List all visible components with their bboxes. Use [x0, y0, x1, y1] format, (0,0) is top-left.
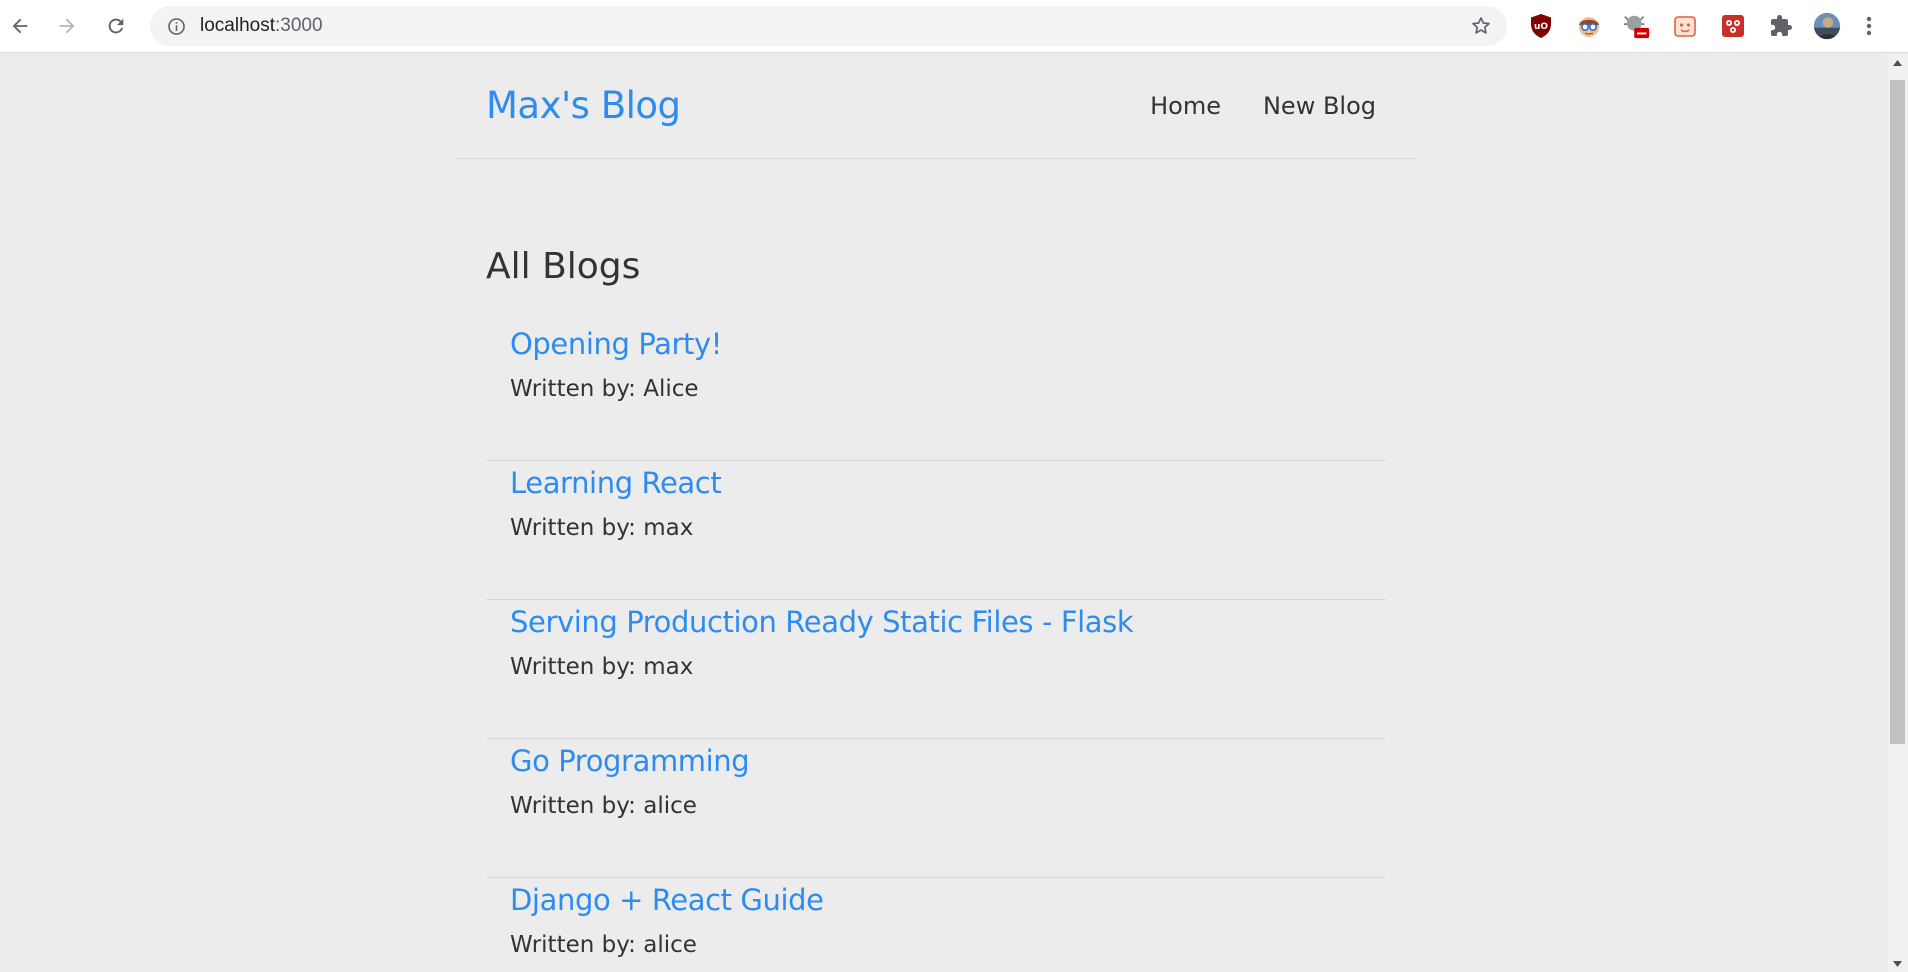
- blog-list-item: Serving Production Ready Static Files - …: [486, 600, 1386, 739]
- blog-title-link[interactable]: Go Programming: [510, 744, 750, 778]
- arrow-right-icon: [59, 18, 75, 34]
- scroll-up-arrow-icon[interactable]: [1887, 54, 1908, 71]
- puzzle-icon[interactable]: [1767, 12, 1795, 40]
- blog-author: Written by: alice: [510, 932, 697, 958]
- content-container: Max's Blog Home New Blog All Blogs Openi…: [456, 54, 1416, 958]
- more-vert-icon[interactable]: [1860, 12, 1878, 40]
- svg-text:uO: uO: [1534, 22, 1548, 32]
- ublock-shield-icon[interactable]: uO: [1527, 12, 1555, 40]
- nav-home-link[interactable]: Home: [1150, 92, 1221, 120]
- info-icon[interactable]: [166, 16, 186, 36]
- blog-title-link[interactable]: Django + React Guide: [510, 883, 824, 917]
- face-outline-extension-icon[interactable]: [1671, 12, 1699, 40]
- blog-author: Written by: alice: [510, 793, 697, 819]
- scroll-down-arrow-icon[interactable]: [1887, 955, 1908, 972]
- blog-list: Opening Party! Written by: Alice Learnin…: [486, 322, 1386, 972]
- browser-toolbar: localhost:3000 uO: [0, 0, 1908, 53]
- profile-avatar[interactable]: [1813, 12, 1841, 40]
- blog-title-link[interactable]: Serving Production Ready Static Files - …: [510, 605, 1134, 639]
- blog-list-item: Opening Party! Written by: Alice: [486, 322, 1386, 461]
- blog-title-link[interactable]: Learning React: [510, 466, 722, 500]
- blog-list-item: Django + React Guide Written by: alice: [486, 878, 1386, 972]
- arrow-left-icon: [12, 18, 28, 34]
- url-host: localhost: [200, 15, 275, 36]
- site-brand-link[interactable]: Max's Blog: [486, 84, 681, 127]
- forward-button[interactable]: [50, 9, 84, 43]
- scrollbar-thumb[interactable]: [1890, 80, 1905, 744]
- reload-button[interactable]: [99, 9, 133, 43]
- back-button[interactable]: [3, 9, 37, 43]
- red-extension-icon[interactable]: [1719, 12, 1747, 40]
- bookmark-star-icon[interactable]: [1469, 14, 1493, 38]
- blog-list-item: Go Programming Written by: alice: [486, 739, 1386, 878]
- blog-author: Written by: Alice: [510, 376, 699, 402]
- url-port: :3000: [275, 15, 323, 36]
- page-viewport: Max's Blog Home New Blog All Blogs Openi…: [0, 54, 1887, 972]
- blog-author: Written by: max: [510, 515, 694, 541]
- page-title: All Blogs: [486, 246, 641, 287]
- reload-icon: [108, 18, 124, 34]
- blog-title-link[interactable]: Opening Party!: [510, 327, 722, 361]
- blog-author: Written by: max: [510, 654, 694, 680]
- vertical-scrollbar[interactable]: [1887, 54, 1908, 972]
- nav-new-blog-link[interactable]: New Blog: [1263, 92, 1376, 120]
- address-bar[interactable]: localhost:3000: [150, 6, 1507, 46]
- url-text[interactable]: localhost:3000: [200, 6, 323, 46]
- site-navbar: Max's Blog Home New Blog: [456, 54, 1416, 159]
- nav-links: Home New Blog: [1150, 92, 1376, 120]
- bug-extension-icon[interactable]: [1623, 12, 1651, 40]
- face-extension-icon[interactable]: [1575, 12, 1603, 40]
- blog-list-item: Learning React Written by: max: [486, 461, 1386, 600]
